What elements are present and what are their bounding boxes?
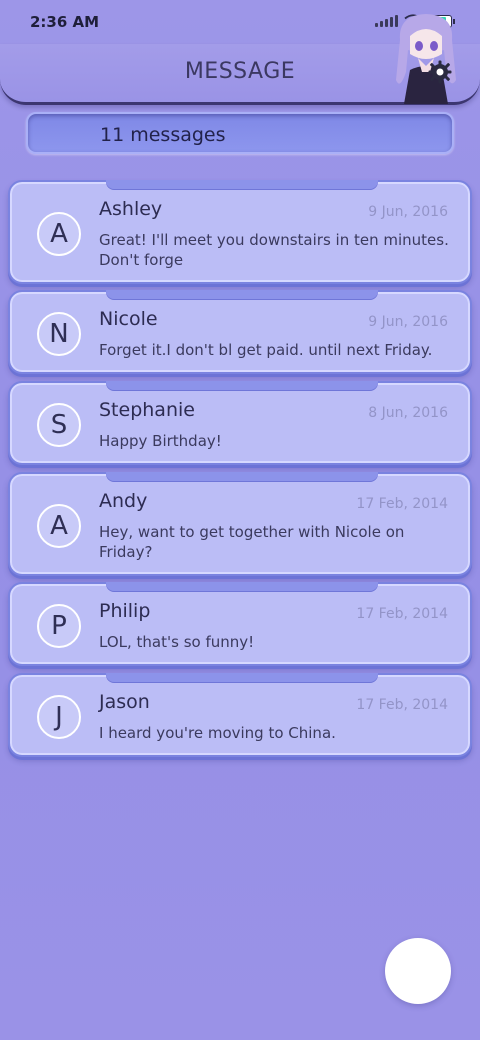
sender-name: Ashley (99, 198, 163, 220)
avatar: J (37, 695, 81, 739)
card-tab (106, 582, 378, 591)
message-preview: Great! I'll meet you downstairs in ten m… (99, 231, 449, 269)
status-time: 2:36 AM (30, 13, 100, 31)
message-card-jason[interactable]: J Jason 17 Feb, 2014 I heard you're movi… (8, 673, 472, 757)
message-date: 17 Feb, 2014 (356, 697, 448, 713)
avatar: A (37, 504, 81, 548)
message-preview: Forget it.I don't bl get paid. until nex… (99, 341, 433, 359)
card-tab (106, 180, 378, 189)
message-count-bar: 11 messages (26, 112, 454, 154)
message-card-nicole[interactable]: N Nicole 9 Jun, 2016 Forget it.I don't b… (8, 290, 472, 374)
message-date: 17 Feb, 2014 (356, 496, 448, 512)
sender-name: Philip (99, 600, 151, 622)
message-date: 8 Jun, 2016 (368, 405, 448, 421)
message-date: 17 Feb, 2014 (356, 606, 448, 622)
sender-name: Nicole (99, 308, 158, 330)
message-preview: Hey, want to get together with Nicole on… (99, 523, 405, 561)
sender-name: Andy (99, 490, 148, 512)
message-count-label: 11 messages (100, 124, 226, 146)
message-date: 9 Jun, 2016 (368, 204, 448, 220)
message-card-ashley[interactable]: A Ashley 9 Jun, 2016 Great! I'll meet yo… (8, 180, 472, 284)
message-card-andy[interactable]: A Andy 17 Feb, 2014 Hey, want to get tog… (8, 472, 472, 576)
compose-button[interactable] (385, 938, 451, 1004)
message-date: 9 Jun, 2016 (368, 314, 448, 330)
message-preview: Happy Birthday! (99, 432, 222, 450)
card-tab (106, 290, 378, 299)
sender-name: Jason (99, 691, 150, 713)
avatar: P (37, 604, 81, 648)
card-tab (106, 673, 378, 682)
card-tab (106, 472, 378, 481)
message-preview: I heard you're moving to China. (99, 724, 336, 742)
avatar: S (37, 403, 81, 447)
sender-name: Stephanie (99, 399, 195, 421)
avatar: N (37, 312, 81, 356)
message-card-philip[interactable]: P Philip 17 Feb, 2014 LOL, that's so fun… (8, 582, 472, 666)
message-preview: LOL, that's so funny! (99, 633, 255, 651)
card-tab (106, 381, 378, 390)
message-card-stephanie[interactable]: S Stephanie 8 Jun, 2016 Happy Birthday! (8, 381, 472, 465)
character-avatar-icon (396, 14, 456, 104)
gear-icon[interactable] (428, 60, 452, 84)
avatar: A (37, 212, 81, 256)
